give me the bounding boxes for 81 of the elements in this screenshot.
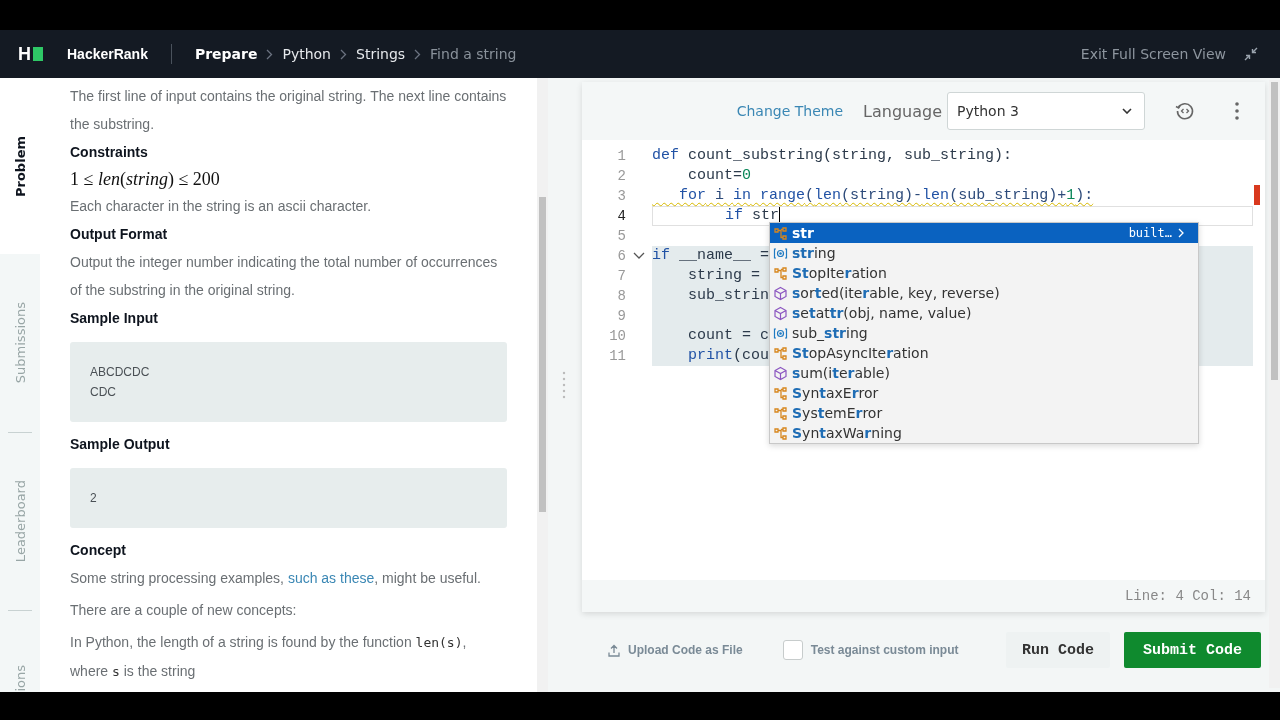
history-icon[interactable]	[1175, 101, 1195, 121]
code-line[interactable]: def count_substring(string, sub_string):	[652, 146, 1013, 166]
line-number: 8	[616, 288, 626, 304]
cursor-position: Line: 4 Col: 14	[1124, 588, 1251, 604]
upload-icon	[608, 643, 620, 657]
sample-text: 2	[90, 490, 97, 507]
collapse-icon[interactable]	[1244, 47, 1258, 61]
scrollbar[interactable]	[1269, 80, 1280, 688]
line-number: 7	[616, 268, 626, 284]
breadcrumb-link[interactable]: Python	[282, 46, 331, 62]
side-tab[interactable]: Problem	[12, 135, 28, 197]
scrollbar[interactable]	[537, 78, 548, 692]
line-number: 3	[616, 188, 626, 204]
section-heading: Sample Output	[70, 435, 171, 454]
chevron-right-icon	[340, 48, 347, 60]
line-number: 5	[616, 228, 626, 244]
suggestion-item[interactable]: SyntaxError	[770, 383, 1198, 403]
suggestion-item[interactable]: sum(iterable)	[770, 363, 1198, 383]
drag-handle-icon[interactable]	[562, 370, 566, 400]
variable-icon	[773, 325, 788, 341]
checkbox[interactable]	[782, 640, 803, 660]
fold-chevron-icon[interactable]	[633, 252, 645, 260]
run-code-button[interactable]: Run Code	[1006, 632, 1110, 668]
section-heading: Sample Input	[70, 309, 159, 328]
suggestion-item[interactable]: sorted(iterable, key, reverse)	[770, 283, 1198, 303]
class-icon	[773, 405, 788, 421]
class-icon	[773, 385, 788, 401]
breadcrumb-link[interactable]: Strings	[356, 46, 406, 62]
math-formula: 1 ≤ len(string) ≤ 200	[70, 168, 221, 191]
line-number: 6	[616, 248, 626, 264]
variable-icon	[773, 245, 788, 261]
class-icon	[773, 425, 788, 441]
sample-text: ABCDCDC CDC	[90, 364, 150, 401]
line-number: 10	[608, 328, 626, 344]
line-number: 11	[608, 348, 626, 364]
suggestion-detail: built…	[1128, 226, 1172, 240]
suggestion-item[interactable]: StopAsyncIteration	[770, 343, 1198, 363]
line-number: 9	[616, 308, 626, 324]
class-icon	[773, 345, 788, 361]
paragraph: The first line of input contains the original string. The next line contains the substring.	[70, 87, 507, 134]
code-line[interactable]: for i in range(len(string)-len(sub_string)+1):	[652, 186, 1094, 206]
paragraph: There are a couple of new concepts:	[70, 601, 298, 620]
line-number: 1	[616, 148, 626, 164]
paragraph: Output the integer number indicating the total number of occurrences of the substring in the original string.	[70, 253, 499, 300]
suggestion-item[interactable]: string	[770, 243, 1198, 263]
suggestion-item[interactable]: str built…	[770, 223, 1198, 243]
suggestion-item[interactable]: SyntaxWarning	[770, 423, 1198, 443]
section-heading: Constraints	[70, 143, 149, 162]
exit-fullscreen-link[interactable]: Exit Full Screen View	[1080, 46, 1226, 62]
line-number: 2	[616, 168, 626, 184]
suggestion-item[interactable]: setattr(obj, name, value)	[770, 303, 1198, 323]
suggestion-item[interactable]: SystemError	[770, 403, 1198, 423]
section-heading: Concept	[70, 541, 127, 560]
more-options-icon[interactable]	[1235, 102, 1239, 120]
chevron-right-icon[interactable]	[1178, 228, 1184, 238]
logo-letter[interactable]: H	[18, 43, 31, 65]
link[interactable]: such as these	[287, 570, 375, 586]
cube-icon	[773, 365, 788, 381]
code-line[interactable]: if str	[653, 206, 781, 226]
code-line[interactable]: count=0	[652, 166, 752, 186]
cube-icon	[773, 305, 788, 321]
paragraph: Each character in the string is an ascii character.	[70, 197, 373, 216]
suggestion-item[interactable]: StopIteration	[770, 263, 1198, 283]
chevron-down-icon	[1122, 108, 1132, 114]
error-marker	[1254, 185, 1260, 205]
cube-icon	[773, 285, 788, 301]
class-icon	[773, 265, 788, 281]
language-dropdown[interactable]: Python 3	[947, 92, 1145, 130]
brand-name[interactable]: HackerRank	[67, 46, 148, 62]
submit-code-button[interactable]: Submit Code	[1124, 632, 1261, 668]
breadcrumb-link[interactable]: Prepare	[194, 46, 258, 62]
class-icon	[773, 225, 788, 241]
chevron-right-icon	[414, 48, 422, 60]
suggestion-item[interactable]: sub_string	[770, 323, 1198, 343]
section-heading: Output Format	[70, 225, 169, 244]
line-number: 4	[616, 208, 626, 224]
change-theme-link[interactable]: Change Theme	[736, 103, 844, 119]
paragraph: Some string processing examples, such as these, might be useful.	[70, 569, 482, 588]
paragraph: In Python, the length of a string is found by the function len(s), where s is the string	[70, 633, 468, 681]
language-label: Language	[863, 101, 942, 121]
chevron-right-icon	[266, 48, 274, 60]
